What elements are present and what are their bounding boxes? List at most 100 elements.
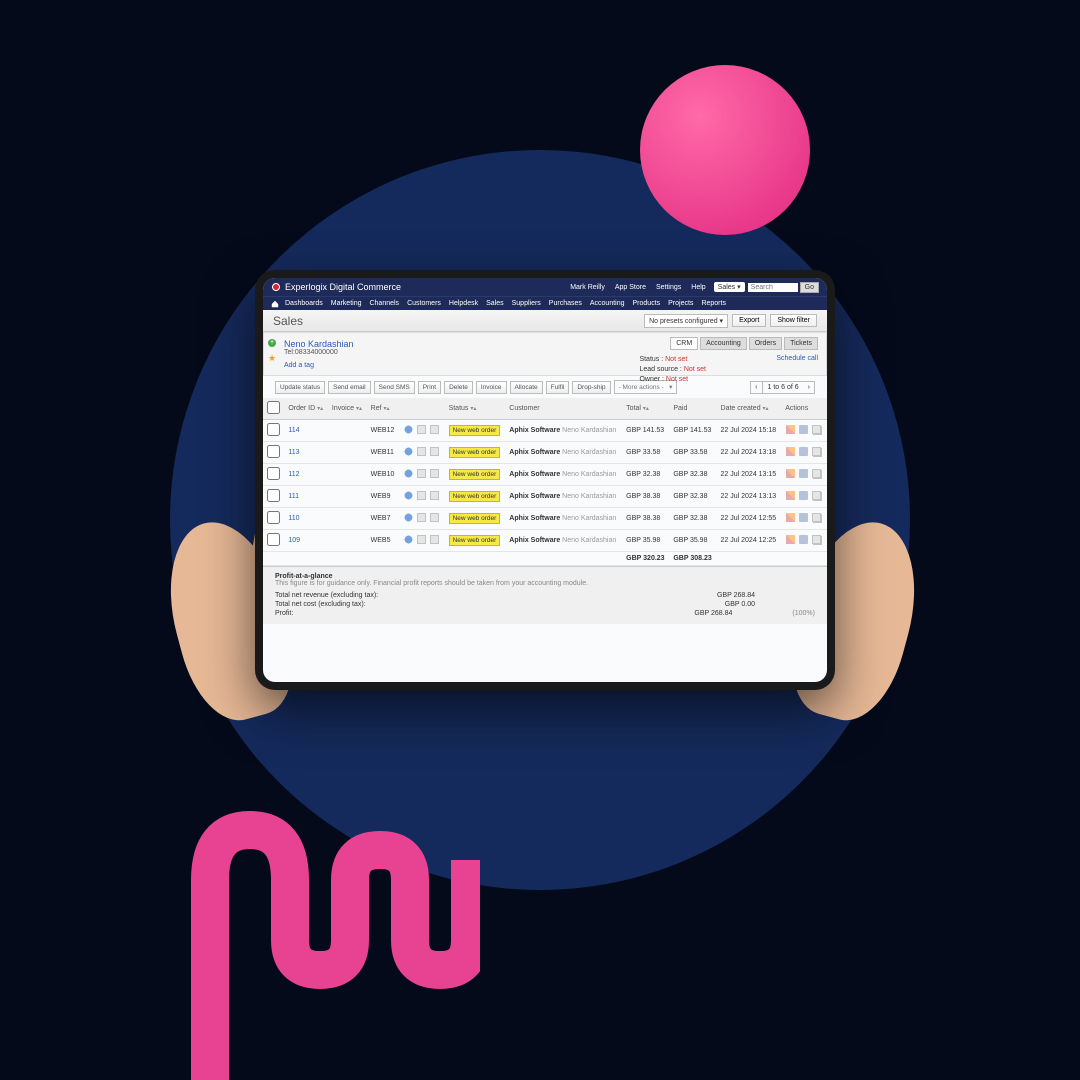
- action-invoice[interactable]: Invoice: [476, 381, 507, 394]
- show-filter-button[interactable]: Show filter: [770, 314, 817, 327]
- nav-dashboards[interactable]: Dashboards: [285, 300, 323, 307]
- doc-icon[interactable]: [417, 513, 426, 522]
- order-id-link[interactable]: 114: [288, 427, 299, 434]
- copy-icon[interactable]: [812, 447, 821, 456]
- link-settings[interactable]: Settings: [656, 284, 681, 291]
- info-icon[interactable]: [404, 535, 413, 544]
- info-icon[interactable]: [404, 491, 413, 500]
- pager-next[interactable]: ›: [804, 382, 814, 393]
- nav-customers[interactable]: Customers: [407, 300, 441, 307]
- tab-accounting[interactable]: Accounting: [700, 337, 747, 350]
- order-id-link[interactable]: 113: [288, 449, 299, 456]
- action-send-sms[interactable]: Send SMS: [374, 381, 415, 394]
- print-icon[interactable]: [799, 535, 808, 544]
- nav-projects[interactable]: Projects: [668, 300, 693, 307]
- action-update-status[interactable]: Update status: [275, 381, 325, 394]
- nav-purchases[interactable]: Purchases: [549, 300, 582, 307]
- edit-icon[interactable]: [786, 469, 795, 478]
- copy-icon[interactable]: [812, 491, 821, 500]
- action-delete[interactable]: Delete: [444, 381, 473, 394]
- info-icon[interactable]: [404, 469, 413, 478]
- order-id-link[interactable]: 111: [288, 493, 299, 500]
- action-fulfil[interactable]: Fulfil: [546, 381, 570, 394]
- link-help[interactable]: Help: [691, 284, 705, 291]
- link-appstore[interactable]: App Store: [615, 284, 646, 291]
- info-icon[interactable]: [404, 447, 413, 456]
- presets-select[interactable]: No presets configured ▾: [644, 314, 728, 328]
- edit-icon[interactable]: [786, 513, 795, 522]
- nav-suppliers[interactable]: Suppliers: [512, 300, 541, 307]
- go-button[interactable]: Go: [800, 282, 819, 293]
- order-id-link[interactable]: 112: [288, 471, 299, 478]
- print-icon[interactable]: [799, 469, 808, 478]
- tab-tickets[interactable]: Tickets: [784, 337, 818, 350]
- print-icon[interactable]: [799, 513, 808, 522]
- nav-helpdesk[interactable]: Helpdesk: [449, 300, 478, 307]
- copy-icon[interactable]: [812, 513, 821, 522]
- schedule-call-link[interactable]: Schedule call: [776, 355, 818, 362]
- order-id-link[interactable]: 110: [288, 515, 299, 522]
- pager-prev[interactable]: ‹: [751, 382, 762, 393]
- select-all-checkbox[interactable]: [267, 401, 280, 414]
- edit-icon[interactable]: [786, 425, 795, 434]
- doc-icon[interactable]: [417, 469, 426, 478]
- export-button[interactable]: Export: [732, 314, 766, 327]
- col-invoice[interactable]: Invoice ▾▴: [328, 398, 367, 420]
- print-icon[interactable]: [799, 425, 808, 434]
- col-actions[interactable]: Actions: [781, 398, 827, 420]
- row-checkbox[interactable]: [267, 511, 280, 524]
- row-checkbox[interactable]: [267, 533, 280, 546]
- action-drop-ship[interactable]: Drop-ship: [572, 381, 610, 394]
- doc-icon[interactable]: [417, 491, 426, 500]
- col-date-created[interactable]: Date created ▾▴: [717, 398, 782, 420]
- copy-icon[interactable]: [812, 469, 821, 478]
- col-status[interactable]: Status ▾▴: [445, 398, 506, 420]
- nav-channels[interactable]: Channels: [369, 300, 399, 307]
- row-checkbox[interactable]: [267, 423, 280, 436]
- order-id-link[interactable]: 109: [288, 537, 300, 544]
- star-icon[interactable]: ★: [268, 353, 276, 364]
- search-input[interactable]: [748, 283, 798, 292]
- nav-marketing[interactable]: Marketing: [331, 300, 362, 307]
- col-ref[interactable]: Ref ▾▴: [367, 398, 399, 420]
- nav-accounting[interactable]: Accounting: [590, 300, 625, 307]
- row-checkbox[interactable]: [267, 467, 280, 480]
- tab-orders[interactable]: Orders: [749, 337, 782, 350]
- info-icon[interactable]: [404, 513, 413, 522]
- doc-icon[interactable]: [417, 535, 426, 544]
- col-total[interactable]: Total ▾▴: [622, 398, 669, 420]
- note-icon[interactable]: [430, 447, 439, 456]
- col-paid[interactable]: Paid: [669, 398, 716, 420]
- add-tag-link[interactable]: Add a tag: [284, 362, 314, 369]
- action-print[interactable]: Print: [418, 381, 441, 394]
- col-customer[interactable]: Customer: [505, 398, 622, 420]
- edit-icon[interactable]: [786, 447, 795, 456]
- note-icon[interactable]: [430, 425, 439, 434]
- nav-products[interactable]: Products: [633, 300, 661, 307]
- copy-icon[interactable]: [812, 425, 821, 434]
- add-icon[interactable]: +: [268, 339, 276, 347]
- row-checkbox[interactable]: [267, 445, 280, 458]
- col-order-id[interactable]: Order ID ▾▴: [284, 398, 328, 420]
- tab-crm[interactable]: CRM: [670, 337, 698, 350]
- context-select[interactable]: Sales ▾: [714, 282, 745, 292]
- row-checkbox[interactable]: [267, 489, 280, 502]
- copy-icon[interactable]: [812, 535, 821, 544]
- nav-sales[interactable]: Sales: [486, 300, 504, 307]
- print-icon[interactable]: [799, 491, 808, 500]
- action-send-email[interactable]: Send email: [328, 381, 371, 394]
- home-icon[interactable]: [271, 300, 279, 308]
- print-icon[interactable]: [799, 447, 808, 456]
- note-icon[interactable]: [430, 469, 439, 478]
- user-name[interactable]: Mark Reilly: [570, 284, 605, 291]
- doc-icon[interactable]: [417, 425, 426, 434]
- note-icon[interactable]: [430, 535, 439, 544]
- info-icon[interactable]: [404, 425, 413, 434]
- edit-icon[interactable]: [786, 491, 795, 500]
- note-icon[interactable]: [430, 513, 439, 522]
- action-allocate[interactable]: Allocate: [510, 381, 543, 394]
- note-icon[interactable]: [430, 491, 439, 500]
- edit-icon[interactable]: [786, 535, 795, 544]
- nav-reports[interactable]: Reports: [701, 300, 726, 307]
- doc-icon[interactable]: [417, 447, 426, 456]
